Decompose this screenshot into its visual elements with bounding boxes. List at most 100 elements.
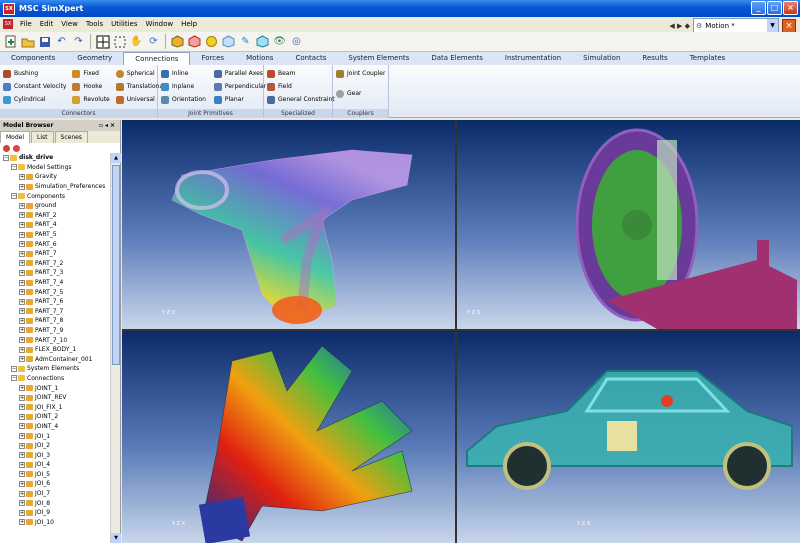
tab-forces[interactable]: Forces xyxy=(190,52,235,65)
expand-icon[interactable]: + xyxy=(19,433,25,440)
tree-item[interactable]: + AdmContainer_001 xyxy=(0,354,120,364)
tree-item[interactable]: + JOI_FIX_1 xyxy=(0,402,120,412)
field-button[interactable]: Field xyxy=(267,81,329,92)
expand-icon[interactable]: − xyxy=(11,365,17,372)
tree-item[interactable]: + PART_2 xyxy=(0,211,120,221)
tree-item[interactable]: + JOI_2 xyxy=(0,441,120,451)
tree-item[interactable]: + Simulation_Preferences xyxy=(0,182,120,192)
tree-item[interactable]: − disk_drive xyxy=(0,153,120,163)
tab-components[interactable]: Components xyxy=(0,52,66,65)
viewport-top-right[interactable]: Y Z X xyxy=(457,120,800,329)
expand-icon[interactable]: + xyxy=(19,260,25,267)
select-icon[interactable] xyxy=(95,34,110,49)
motion-selector[interactable]: ⚙ Motion * ▼ xyxy=(693,18,779,33)
tree-item[interactable]: + PART_5 xyxy=(0,230,120,240)
tree-item[interactable]: + JOINT_4 xyxy=(0,422,120,432)
expand-icon[interactable]: + xyxy=(19,250,25,257)
tree-item[interactable]: + JOINT_REV xyxy=(0,393,120,403)
viewport-bottom-right[interactable]: Y Z X xyxy=(457,331,800,543)
tree-item[interactable]: + PART_7_4 xyxy=(0,278,120,288)
tab-geometry[interactable]: Geometry xyxy=(66,52,123,65)
tree-item[interactable]: + JOINT_1 xyxy=(0,383,120,393)
sphere-icon[interactable] xyxy=(204,34,219,49)
expand-icon[interactable]: + xyxy=(19,308,25,315)
expand-icon[interactable]: + xyxy=(19,337,25,344)
expand-icon[interactable]: + xyxy=(19,385,25,392)
expand-icon[interactable]: + xyxy=(19,279,25,286)
tree-item[interactable]: + PART_7_5 xyxy=(0,287,120,297)
expand-icon[interactable]: + xyxy=(19,317,25,324)
scroll-thumb[interactable] xyxy=(112,165,120,365)
orientation-button[interactable]: Orientation xyxy=(161,94,206,105)
tab-instrumentation[interactable]: Instrumentation xyxy=(494,52,572,65)
expand-icon[interactable]: + xyxy=(19,423,25,430)
minimize-button[interactable]: _ xyxy=(751,1,766,15)
new-file-icon[interactable] xyxy=(3,34,18,49)
viewport-bottom-left[interactable]: Y Z X xyxy=(122,331,455,543)
tab-system-elements[interactable]: System Elements xyxy=(337,52,420,65)
menu-tools[interactable]: Tools xyxy=(82,20,107,28)
expand-icon[interactable]: + xyxy=(19,298,25,305)
beam-button[interactable]: Beam xyxy=(267,68,329,79)
hooke-button[interactable]: Hooke xyxy=(72,81,109,92)
chevron-down-icon[interactable]: ▼ xyxy=(767,19,778,32)
close-document-icon[interactable]: × xyxy=(782,18,796,33)
menu-utilities[interactable]: Utilities xyxy=(107,20,141,28)
tree-item[interactable]: + PART_7_9 xyxy=(0,326,120,336)
expand-icon[interactable]: + xyxy=(19,404,25,411)
tree-item[interactable]: + ground xyxy=(0,201,120,211)
browser-tab-list[interactable]: List xyxy=(31,131,54,143)
expand-icon[interactable]: + xyxy=(19,241,25,248)
open-folder-icon[interactable] xyxy=(20,34,35,49)
tab-simulation[interactable]: Simulation xyxy=(572,52,631,65)
expand-icon[interactable]: + xyxy=(19,461,25,468)
menu-file[interactable]: File xyxy=(16,20,36,28)
tree-item[interactable]: + PART_7_8 xyxy=(0,316,120,326)
pan-hand-icon[interactable]: ✋ xyxy=(129,34,144,49)
panel-controls-icon[interactable]: ▫◂× xyxy=(99,120,120,131)
gear-button[interactable]: Gear xyxy=(336,88,385,99)
expand-icon[interactable]: − xyxy=(11,375,17,382)
tab-data-elements[interactable]: Data Elements xyxy=(420,52,494,65)
tree-item[interactable]: + Gravity xyxy=(0,172,120,182)
perpendicular-button[interactable]: Perpendicular xyxy=(213,81,266,92)
expand-icon[interactable]: + xyxy=(19,394,25,401)
general-constraint-button[interactable]: General Constraint xyxy=(267,94,335,105)
tab-contacts[interactable]: Contacts xyxy=(284,52,337,65)
expand-icon[interactable]: + xyxy=(19,442,25,449)
delete-icon[interactable] xyxy=(13,144,20,152)
expand-icon[interactable]: + xyxy=(19,500,25,507)
expand-icon[interactable]: + xyxy=(19,413,25,420)
box-select-icon[interactable] xyxy=(112,34,127,49)
browser-tab-scenes[interactable]: Scenes xyxy=(54,131,88,143)
expand-icon[interactable]: − xyxy=(11,193,17,200)
scroll-down-icon[interactable]: ▼ xyxy=(111,533,121,543)
revolute-button[interactable]: Revolute xyxy=(72,94,110,105)
tree-item[interactable]: + PART_6 xyxy=(0,239,120,249)
expand-icon[interactable]: + xyxy=(19,509,25,516)
tab-templates[interactable]: Templates xyxy=(679,52,737,65)
tree-item[interactable]: + JOI_3 xyxy=(0,450,120,460)
expand-icon[interactable]: + xyxy=(19,471,25,478)
shaded-cube-icon[interactable] xyxy=(170,34,185,49)
tree-item[interactable]: + JOI_9 xyxy=(0,508,120,518)
tab-connections[interactable]: Connections xyxy=(123,52,191,65)
parallel-axes-button[interactable]: Parallel Axes xyxy=(213,68,266,79)
scroll-up-icon[interactable]: ▲ xyxy=(111,153,121,163)
wireframe-cube-icon[interactable] xyxy=(187,34,202,49)
expand-icon[interactable]: + xyxy=(19,231,25,238)
save-icon[interactable] xyxy=(37,34,52,49)
expand-icon[interactable]: − xyxy=(11,164,17,171)
expand-icon[interactable]: + xyxy=(19,452,25,459)
fixed-button[interactable]: Fixed xyxy=(72,68,109,79)
expand-icon[interactable]: + xyxy=(19,480,25,487)
expand-icon[interactable]: + xyxy=(19,212,25,219)
menu-view[interactable]: View xyxy=(57,20,82,28)
nav-arrows-icon[interactable]: ◀ ▶ ◆ xyxy=(669,22,690,30)
expand-icon[interactable]: + xyxy=(19,221,25,228)
joint-coupler-button[interactable]: Joint Coupler xyxy=(336,68,385,79)
expand-icon[interactable]: + xyxy=(19,519,25,526)
planar-button[interactable]: Planar xyxy=(213,94,266,105)
browser-scrollbar[interactable]: ▲ ▼ xyxy=(110,153,121,543)
view-icon[interactable] xyxy=(255,34,270,49)
